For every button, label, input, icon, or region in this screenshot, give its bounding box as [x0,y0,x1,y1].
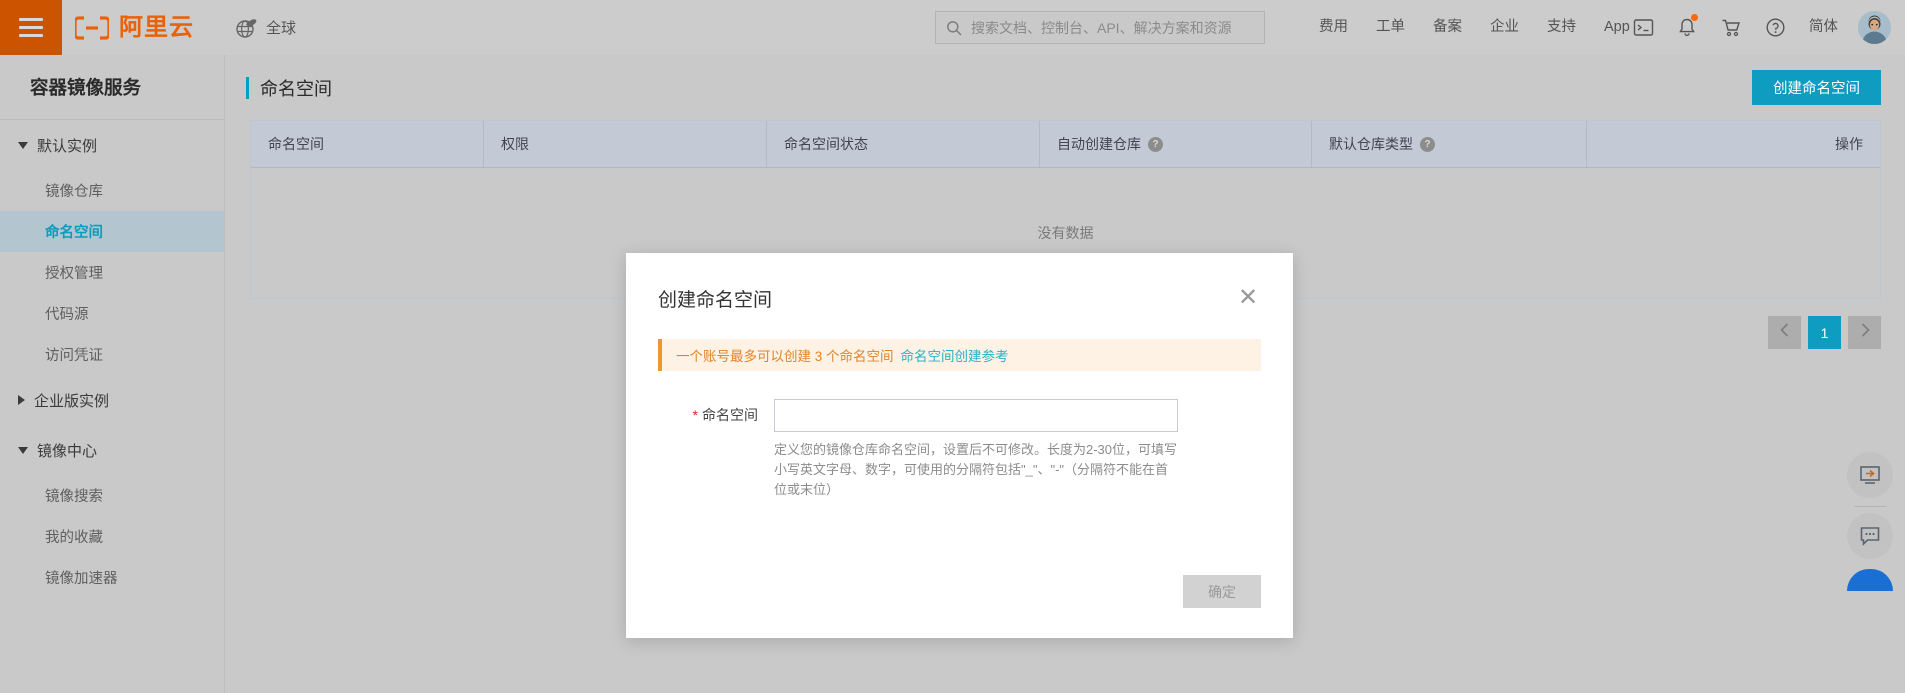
sidebar-group-image-center[interactable]: 镜像中心 [0,425,224,475]
chevron-right-icon [18,395,25,405]
divider [1854,506,1886,507]
table-header-row: 命名空间 权限 命名空间状态 自动创建仓库 ? 默认仓库类型 ? 操作 [251,121,1880,168]
pagination-next-button[interactable] [1848,316,1881,349]
global-search-box[interactable] [935,11,1265,44]
cart-icon[interactable] [1709,0,1753,55]
required-asterisk: * [692,407,698,423]
namespace-input[interactable] [774,399,1178,432]
column-label: 自动创建仓库 [1057,136,1141,152]
sidebar-group-default-instance[interactable]: 默认实例 [0,120,224,170]
sidebar-group-label: 默认实例 [37,137,98,155]
sidebar-title: 容器镜像服务 [0,55,224,120]
floating-action-group [1847,452,1893,591]
page-title-wrap: 命名空间 [246,75,332,101]
table-column-auto-create-repo: 自动创建仓库 ? [1040,121,1312,167]
aliyun-logo[interactable]: 阿里云 [75,13,194,41]
alert-reference-link[interactable]: 命名空间创建参考 [901,345,1009,365]
console-terminal-icon[interactable] [1621,0,1665,55]
brand-name: 阿里云 [119,13,194,41]
dialog-title: 创建命名空间 [658,290,773,311]
feedback-tab[interactable] [1847,569,1893,591]
create-namespace-dialog: 创建命名空间 ✕ 一个账号最多可以创建 3 个命名空间 命名空间创建参考 * 命名… [626,253,1293,638]
sidebar: 容器镜像服务 默认实例 镜像仓库 命名空间 授权管理 代码源 访问凭证 企业版实… [0,55,225,693]
chevron-right-icon [1858,322,1872,343]
sidebar-item-authorization[interactable]: 授权管理 [0,252,224,293]
column-label: 操作 [1835,136,1863,152]
topnav-item-icp[interactable]: 备案 [1419,0,1476,55]
topnav-item-ticket[interactable]: 工单 [1362,0,1419,55]
topnav-item-enterprise[interactable]: 企业 [1476,0,1533,55]
hamburger-line [19,26,43,29]
topnav-item-support[interactable]: 支持 [1533,0,1590,55]
sidebar-group-enterprise-instance[interactable]: 企业版实例 [0,375,224,425]
top-navigation: 费用 工单 备案 企业 支持 App [1305,0,1644,55]
remote-console-icon[interactable] [1847,452,1893,498]
region-label: 全球 [266,20,297,37]
sidebar-item-image-repository[interactable]: 镜像仓库 [0,170,224,211]
chevron-left-icon [1778,322,1792,343]
table-column-namespace-status: 命名空间状态 [767,121,1040,167]
aliyun-mark-icon [75,15,109,40]
sidebar-item-image-accelerator[interactable]: 镜像加速器 [0,557,224,598]
sidebar-item-access-credential[interactable]: 访问凭证 [0,334,224,375]
help-icon[interactable]: ? [1148,136,1163,152]
hamburger-icon[interactable] [0,0,62,55]
namespace-field-label: * 命名空间 [658,399,774,432]
hamburger-line [19,34,43,37]
empty-state-text: 没有数据 [1037,225,1094,241]
bell-icon[interactable] [1665,0,1709,55]
field-label-text: 命名空间 [702,407,758,423]
table-column-default-repo-type: 默认仓库类型 ? [1312,121,1587,167]
namespace-field-help: 定义您的镜像仓库命名空间，设置后不可修改。长度为2-30位，可填写小写英文字母、… [774,442,1178,498]
top-header-bar: 阿里云 全球 费用 工单 备案 企业 支持 App [0,0,1905,55]
table-column-permission: 权限 [484,121,767,167]
dialog-header: 创建命名空间 ✕ [626,253,1293,312]
alert-message: 一个账号最多可以创建 3 个命名空间 [676,349,894,364]
confirm-button[interactable]: 确定 [1183,575,1261,608]
language-selector[interactable]: 简体 [1797,0,1850,55]
title-accent-bar [246,76,249,99]
column-label: 权限 [501,136,529,152]
sidebar-group-label: 镜像中心 [37,442,98,460]
sidebar-item-namespace[interactable]: 命名空间 [0,211,224,252]
create-namespace-button[interactable]: 创建命名空间 [1752,70,1881,105]
user-avatar[interactable] [1858,11,1891,44]
topnav-item-fee[interactable]: 费用 [1305,0,1362,55]
column-label: 默认仓库类型 [1329,136,1413,152]
chevron-down-icon [18,446,28,454]
close-icon[interactable]: ✕ [1235,285,1261,311]
column-label: 命名空间 [268,136,324,152]
dialog-alert-banner: 一个账号最多可以创建 3 个命名空间 命名空间创建参考 [658,339,1261,371]
globe-icon [234,16,258,40]
sidebar-item-image-search[interactable]: 镜像搜索 [0,475,224,516]
page-header: 命名空间 创建命名空间 [226,55,1905,120]
search-input[interactable] [971,19,1254,36]
table-column-operation: 操作 [1587,121,1880,167]
chat-bubble-icon[interactable] [1847,513,1893,559]
sidebar-item-code-source[interactable]: 代码源 [0,293,224,334]
chevron-down-icon [18,141,28,149]
namespace-form-row: * 命名空间 [658,399,1261,432]
help-icon[interactable]: ? [1420,136,1435,152]
table-column-namespace: 命名空间 [251,121,484,167]
pagination-page-1[interactable]: 1 [1808,316,1841,349]
page-title: 命名空间 [260,78,332,99]
sidebar-group-label: 企业版实例 [34,392,110,410]
dialog-footer: 确定 [1183,575,1261,608]
search-icon [946,20,962,36]
region-selector[interactable]: 全球 [234,16,296,40]
top-icon-group: 简体 [1621,0,1891,55]
hamburger-line [19,18,43,21]
sidebar-item-my-favorites[interactable]: 我的收藏 [0,516,224,557]
help-circle-icon[interactable] [1753,0,1797,55]
pagination-prev-button[interactable] [1768,316,1801,349]
notification-badge [1691,14,1698,21]
column-label: 命名空间状态 [784,136,868,152]
